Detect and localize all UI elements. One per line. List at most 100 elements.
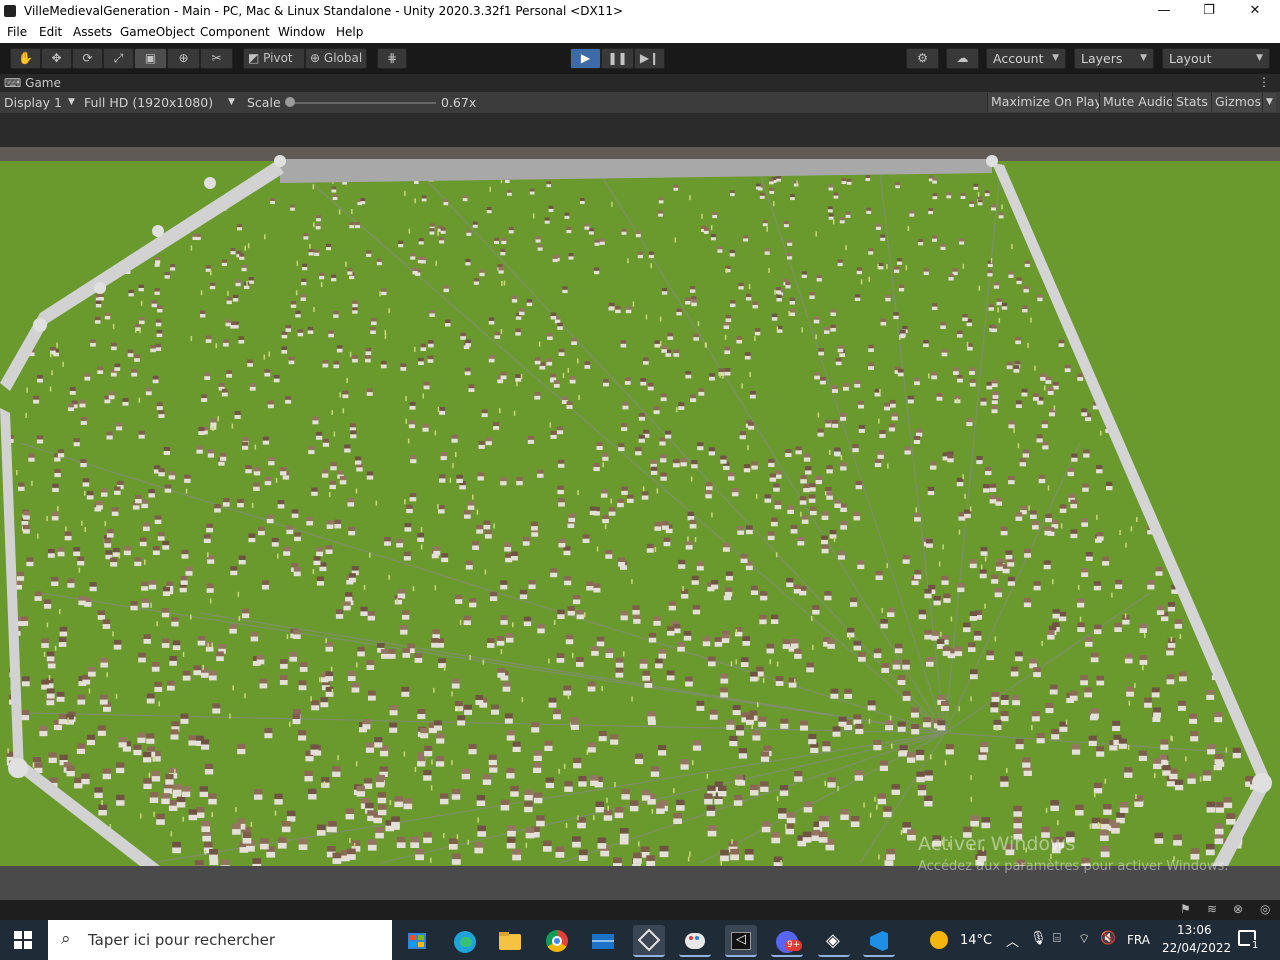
weather-temperature[interactable]: 14°C xyxy=(960,933,992,948)
more-options-icon[interactable]: ⋮ xyxy=(1258,75,1270,89)
settings-icon[interactable]: ⊗ xyxy=(1233,902,1243,916)
house xyxy=(832,726,841,737)
minimize-button[interactable]: — xyxy=(1141,0,1187,23)
display-select[interactable]: Display 1 ▼ xyxy=(4,95,75,110)
debug-icon[interactable]: ⚑ xyxy=(1180,902,1191,916)
house xyxy=(237,743,246,755)
wifi-icon[interactable]: ⌔ xyxy=(1078,931,1090,947)
layout-dropdown[interactable]: Layout ▼ xyxy=(1162,48,1270,69)
unity-icon[interactable]: ◈ xyxy=(818,925,850,957)
custom-tool-icon[interactable]: ✂ xyxy=(200,48,233,69)
close-button[interactable]: ✕ xyxy=(1232,0,1278,23)
scale-tool-icon[interactable]: ⤢ xyxy=(103,48,134,69)
house xyxy=(672,459,680,468)
house xyxy=(141,499,148,509)
move-tool-icon[interactable]: ✥ xyxy=(41,48,72,69)
layers-dropdown[interactable]: Layers ▼ xyxy=(1074,48,1154,69)
tree xyxy=(538,341,541,347)
house xyxy=(909,210,915,217)
microsoft-store-icon[interactable] xyxy=(401,925,433,957)
step-button[interactable]: ▶❙ xyxy=(634,48,665,69)
menu-component[interactable]: Component xyxy=(200,25,270,39)
network-icon[interactable]: ⌸ xyxy=(1053,931,1061,946)
global-toggle[interactable]: ⊕ Global xyxy=(305,48,367,69)
house xyxy=(504,713,513,724)
visual-studio-code-icon[interactable] xyxy=(863,925,895,957)
resolution-select[interactable]: Full HD (1920x1080) ▼ xyxy=(84,95,235,110)
paint-icon[interactable] xyxy=(679,925,711,957)
house xyxy=(1103,804,1112,815)
tree xyxy=(215,343,217,349)
hand-tool-icon[interactable]: ✋ xyxy=(10,48,41,69)
house xyxy=(759,614,767,625)
unity-app-icon xyxy=(4,5,16,17)
house xyxy=(653,406,660,415)
house xyxy=(158,468,165,477)
gizmos-toggle[interactable]: Gizmos xyxy=(1211,93,1265,112)
house xyxy=(775,470,782,479)
transform-tool-icon[interactable]: ⊕ xyxy=(167,48,200,69)
unity-hub-icon[interactable] xyxy=(633,925,665,957)
menu-help[interactable]: Help xyxy=(336,25,363,39)
clock-date[interactable]: 22/04/2022 xyxy=(1162,941,1231,955)
house xyxy=(185,566,193,576)
house xyxy=(573,757,582,769)
house xyxy=(432,629,440,639)
house xyxy=(1115,579,1123,589)
tab-game[interactable]: ⌨ Game xyxy=(4,76,61,90)
collab-icon[interactable]: ⚙ xyxy=(906,48,939,69)
menu-gameobject[interactable]: GameObject xyxy=(120,25,195,39)
mute-audio-toggle[interactable]: Mute Audio xyxy=(1099,93,1177,112)
house xyxy=(932,235,937,242)
maximize-button[interactable]: ❐ xyxy=(1186,0,1232,23)
house xyxy=(895,182,900,189)
status-indicator-icon[interactable]: ◎ xyxy=(1260,902,1270,916)
scale-slider-track[interactable] xyxy=(289,102,436,104)
menu-assets[interactable]: Assets xyxy=(73,25,112,39)
chrome-browser-icon[interactable] xyxy=(541,925,573,957)
play-button[interactable]: ▶ xyxy=(570,48,601,69)
pause-button[interactable]: ❚❚ xyxy=(601,48,634,69)
layers-icon[interactable]: ≋ xyxy=(1207,902,1217,916)
menu-file[interactable]: File xyxy=(7,25,27,39)
cloud-icon[interactable]: ☁ xyxy=(946,48,979,69)
file-explorer-icon[interactable] xyxy=(494,925,526,957)
chevron-down-icon[interactable]: ▼ xyxy=(1262,93,1276,112)
house xyxy=(673,349,680,357)
unity-editor-icon[interactable]: ◁ xyxy=(725,925,757,957)
microphone-icon[interactable]: 🎙 xyxy=(1030,931,1047,946)
windows-start-icon[interactable] xyxy=(14,931,32,949)
language-indicator[interactable]: FRA xyxy=(1127,933,1150,947)
menu-window[interactable]: Window xyxy=(278,25,325,39)
house xyxy=(730,190,735,197)
game-viewport[interactable]: Activer Windows Accédez aux paramètres p… xyxy=(0,113,1280,900)
house xyxy=(830,688,839,699)
maximize-on-play-toggle[interactable]: Maximize On Play xyxy=(987,93,1105,112)
discord-icon[interactable]: 9+ xyxy=(771,925,803,957)
grid-snap-icon[interactable]: ⋕ xyxy=(377,48,407,69)
house xyxy=(1124,653,1133,664)
rect-tool-icon[interactable]: ▣ xyxy=(134,48,167,69)
clock-time[interactable]: 13:06 xyxy=(1177,923,1212,937)
pivot-toggle[interactable]: ◩ Pivot xyxy=(243,48,305,69)
tree xyxy=(697,321,700,327)
speaker-muted-icon[interactable]: 🔇 xyxy=(1100,931,1116,946)
chevron-up-icon[interactable]: ︿ xyxy=(1006,931,1019,950)
house xyxy=(80,458,87,468)
menu-edit[interactable]: Edit xyxy=(39,25,62,39)
rotate-tool-icon[interactable]: ⟳ xyxy=(72,48,103,69)
taskbar-search-box[interactable]: ⌕ Taper ici pour rechercher xyxy=(48,920,392,960)
house xyxy=(462,195,468,202)
stats-toggle[interactable]: Stats xyxy=(1172,93,1211,112)
mail-icon[interactable] xyxy=(587,925,619,957)
house xyxy=(750,585,758,595)
weather-sun-icon[interactable] xyxy=(930,931,948,949)
house xyxy=(158,410,165,418)
house xyxy=(536,815,545,827)
scale-slider-handle[interactable] xyxy=(285,97,295,107)
account-dropdown[interactable]: Account ▼ xyxy=(986,48,1066,69)
house xyxy=(82,478,90,487)
house xyxy=(1081,408,1088,417)
tree xyxy=(309,243,311,249)
edge-browser-icon[interactable] xyxy=(448,925,480,957)
